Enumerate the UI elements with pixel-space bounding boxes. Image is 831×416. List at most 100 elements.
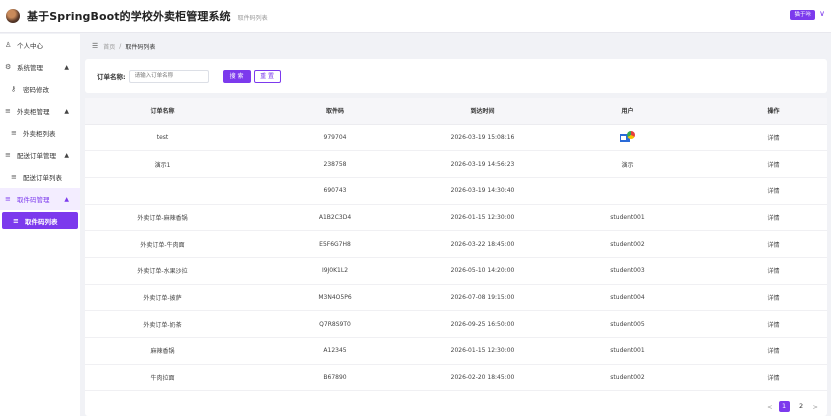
cell-action-text[interactable]: 详情: [767, 162, 779, 169]
cell-user: [535, 177, 720, 205]
user-avatar-image: [619, 131, 636, 143]
next-page-button[interactable]: >: [813, 403, 818, 411]
order-name-input[interactable]: [128, 69, 209, 83]
cell-action[interactable]: 详情: [720, 310, 827, 338]
cell-pickup-code-text: 690743: [323, 187, 347, 195]
top-header: 基于SpringBoot的学校外卖柜管理系统 取件码列表 猫于咔 ∨: [0, 0, 831, 33]
sidebar-item-label: 取件码管理: [17, 196, 50, 204]
cell-pickup-code: Q7R8S9T0: [240, 310, 430, 338]
cell-pickup-code: M3N4O5P6: [240, 284, 430, 312]
table-row: 外卖订单-披萨 M3N4O5P6 2026-07-08 19:15:00 studen…: [85, 284, 827, 312]
cell-user-text: student001: [610, 213, 645, 221]
cell-user: student003: [535, 257, 720, 285]
cell-action-text[interactable]: 详情: [767, 135, 779, 142]
cell-user: student001: [535, 337, 720, 365]
cell-pickup-code-text: A1B2C3D4: [318, 213, 352, 221]
cell-order-name-text: 牛肉拉面: [150, 375, 175, 383]
cell-action-text[interactable]: 详情: [767, 295, 779, 302]
cell-action[interactable]: 详情: [720, 124, 827, 152]
cell-action[interactable]: 详情: [720, 364, 827, 392]
sidebar-item-delivery-list[interactable]: ≡ 配送订单列表: [0, 166, 80, 188]
breadcrumb-separator: /: [119, 42, 122, 50]
cell-pickup-code-text: Q7R8S9T0: [319, 320, 351, 328]
sidebar-item-profile[interactable]: ♙ 个人中心: [0, 34, 80, 56]
cell-arrival-time: 2026-03-22 18:45:00: [430, 230, 535, 258]
sidebar-item-password[interactable]: ⚷ 密码修改: [0, 78, 80, 100]
sidebar-item-system[interactable]: ⚙ 系统管理 ▲: [0, 56, 80, 78]
cell-action[interactable]: 详情: [720, 337, 827, 365]
chevron-down-icon[interactable]: ∨: [819, 9, 825, 18]
cell-arrival-time: 2026-03-19 15:08:16: [430, 124, 535, 152]
cell-order-name-text: 演示1: [154, 161, 171, 169]
cell-order-name: 外卖订单-牛肉面: [85, 230, 240, 258]
page-button[interactable]: 1: [778, 401, 790, 412]
sidebar-item-locker-list[interactable]: ≡ 外卖柜列表: [0, 122, 80, 144]
cell-arrival-time-text: 2026-01-15 12:30:00: [450, 213, 515, 221]
cell-order-name-text: 外卖订单-牛肉面: [140, 241, 185, 249]
table-header-row: 订单名称 取件码 到达时间 用户 操作: [85, 98, 827, 125]
cell-pickup-code-text: 979704: [323, 133, 347, 141]
cell-order-name: test: [85, 124, 240, 152]
cell-order-name-text: 外卖订单-奶茶: [143, 321, 182, 329]
search-panel: 订单名称: 搜 索 重 置: [85, 59, 827, 93]
order-name-label: 订单名称:: [97, 73, 126, 81]
cell-arrival-time: 2026-03-19 14:30:40: [430, 177, 535, 205]
cell-arrival-time: 2026-07-08 19:15:00: [430, 284, 535, 312]
cell-user-text: student005: [610, 320, 645, 328]
cell-pickup-code: I9J0K1L2: [240, 257, 430, 285]
cell-user: student002: [535, 230, 720, 258]
cell-action-text[interactable]: 详情: [767, 188, 779, 195]
person-icon: ♙: [5, 41, 12, 49]
list-icon: ≡: [5, 195, 11, 203]
cell-action-text[interactable]: 详情: [767, 322, 779, 329]
sidebar-item-pickup-mgmt[interactable]: ≡ 取件码管理 ▲: [0, 188, 80, 210]
breadcrumb-current: 取件码列表: [125, 43, 156, 51]
table-row: test 979704 2026-03-19 15:08:16 详情: [85, 124, 827, 152]
cell-order-name: 演示1: [85, 150, 240, 178]
breadcrumb-home[interactable]: 首页: [103, 42, 115, 51]
sidebar-item-label: 密码修改: [23, 86, 49, 94]
cell-user-text: 演示: [621, 161, 634, 169]
cell-order-name: [85, 177, 240, 205]
cell-action[interactable]: 详情: [720, 204, 827, 232]
chevron-up-icon: ▲: [64, 107, 69, 115]
cell-arrival-time-text: 2026-02-20 18:45:00: [450, 374, 515, 382]
sidebar-item-label: 外卖柜管理: [17, 108, 50, 116]
cell-user: student005: [535, 310, 720, 338]
cell-user-text: student002: [610, 374, 645, 382]
cell-arrival-time: 2026-02-20 18:45:00: [430, 364, 535, 392]
cell-user-text: student002: [610, 240, 645, 248]
cell-pickup-code: E5F6G7H8: [240, 230, 430, 258]
cell-action[interactable]: 详情: [720, 284, 827, 312]
cell-action-text[interactable]: 详情: [767, 242, 779, 249]
cell-arrival-time-text: 2026-09-25 16:50:00: [450, 320, 515, 328]
search-button[interactable]: 搜 索: [222, 69, 251, 83]
sidebar-item-pickup-list[interactable]: ≡ 取件码列表: [2, 212, 78, 229]
cell-pickup-code: A12345: [240, 337, 430, 365]
cell-order-name-text: test: [156, 133, 169, 141]
cell-arrival-time-text: 2026-03-19 14:56:23: [450, 160, 515, 168]
user-badge[interactable]: 猫于咔: [790, 10, 815, 20]
sidebar-item-locker-mgmt[interactable]: ≡ 外卖柜管理 ▲: [0, 100, 80, 122]
cell-action[interactable]: 详情: [720, 230, 827, 258]
cell-order-name: 麻辣香锅: [85, 337, 240, 365]
prev-page-button[interactable]: <: [767, 403, 772, 411]
table-row: 外卖订单-麻辣香锅 A1B2C3D4 2026-01-15 12:30:00 stud…: [85, 204, 827, 232]
menu-toggle-icon[interactable]: ☰: [92, 42, 98, 50]
reset-button[interactable]: 重 置: [253, 69, 281, 83]
cell-action-text[interactable]: 详情: [767, 268, 779, 275]
cell-action-text[interactable]: 详情: [767, 215, 779, 222]
cell-action[interactable]: 详情: [720, 150, 827, 178]
page-button[interactable]: 2: [796, 401, 807, 412]
cell-arrival-time: 2026-01-15 12:30:00: [430, 204, 535, 232]
cell-action-text[interactable]: 详情: [767, 348, 779, 355]
sidebar-item-delivery-mgmt[interactable]: ≡ 配送订单管理 ▲: [0, 144, 80, 166]
cell-order-name-text: 外卖订单-麻辣香锅: [137, 214, 188, 222]
table-row: 外卖订单-水果沙拉 I9J0K1L2 2026-05-10 14:20:00 stud…: [85, 257, 827, 285]
list-icon: ≡: [13, 216, 19, 225]
cell-action[interactable]: 详情: [720, 177, 827, 205]
header-page-label: 取件码列表: [237, 14, 268, 22]
cell-action-text[interactable]: 详情: [767, 375, 779, 382]
cell-action[interactable]: 详情: [720, 257, 827, 285]
cell-pickup-code-text: E5F6G7H8: [319, 240, 351, 248]
